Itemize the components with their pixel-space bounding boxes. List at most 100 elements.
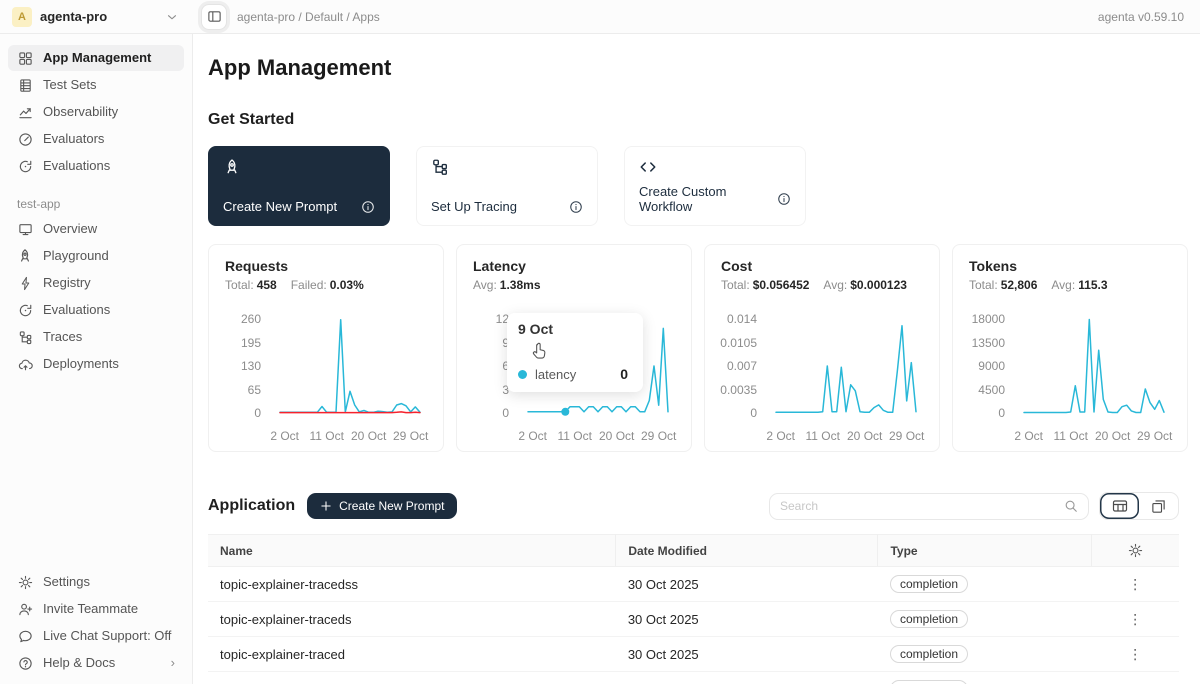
hover-point xyxy=(561,408,569,416)
sidebar-item-label: Overview xyxy=(43,222,97,236)
row-menu-button[interactable]: ⋮ xyxy=(1120,611,1150,628)
code-icon xyxy=(639,158,657,176)
table-row[interactable]: topic-explainer-traceds30 Oct 2025comple… xyxy=(208,602,1179,637)
y-tick-label: 0 xyxy=(254,406,261,420)
sidebar-item-registry[interactable]: Registry xyxy=(8,270,184,296)
rocket-icon xyxy=(223,158,241,176)
line-chart xyxy=(773,305,923,421)
search-icon[interactable] xyxy=(1064,499,1078,513)
column-header-date-modified[interactable]: Date Modified xyxy=(616,535,878,567)
metric-title: Cost xyxy=(721,258,923,274)
stat-label: Avg: xyxy=(823,278,847,292)
page-title: App Management xyxy=(208,55,1179,81)
get-started-card-set-up-tracing[interactable]: Set Up Tracing xyxy=(416,146,598,226)
stat-value: 458 xyxy=(257,278,277,292)
metric-stats: Total:$0.056452Avg:$0.000123 xyxy=(721,278,923,292)
sidebar-item-traces[interactable]: Traces xyxy=(8,324,184,350)
sidebar-item-invite-teammate[interactable]: Invite Teammate xyxy=(8,596,184,622)
breadcrumb-text: agenta-pro / Default / Apps xyxy=(237,10,380,24)
plus-icon xyxy=(320,500,332,512)
sidebar-item-label: Live Chat Support: Off xyxy=(43,629,171,643)
chart-plot-area[interactable]: 2 Oct11 Oct20 Oct29 Oct xyxy=(773,305,923,445)
cursor-pointer-icon xyxy=(530,340,550,362)
tooltip-date: 9 Oct xyxy=(518,321,632,337)
y-tick-label: 0.014 xyxy=(727,312,757,326)
table-row[interactable]: career-assessment27 Oct 2025completion⋮ xyxy=(208,672,1179,684)
sidebar-item-test-sets[interactable]: Test Sets xyxy=(8,72,184,98)
refresh-icon xyxy=(17,302,33,318)
sidebar-item-label: Invite Teammate xyxy=(43,602,138,616)
cloud-icon xyxy=(17,356,33,372)
x-tick-label: 29 Oct xyxy=(889,429,924,443)
metric-stats: Total:52,806Avg:115.3 xyxy=(969,278,1171,292)
table-body: topic-explainer-tracedss30 Oct 2025compl… xyxy=(208,567,1179,684)
sidebar-item-settings[interactable]: Settings xyxy=(8,569,184,595)
sidebar-bottom-nav: Settings Invite Teammate Live Chat Support… xyxy=(0,568,192,684)
x-tick-label: 11 Oct xyxy=(1053,429,1087,443)
card-view-button[interactable] xyxy=(1139,493,1178,519)
sidebar-item-app-management[interactable]: App Management xyxy=(8,45,184,71)
column-header-name[interactable]: Name xyxy=(208,535,616,567)
y-tick-label: 260 xyxy=(241,312,261,326)
sidebar-item-help-docs[interactable]: Help & Docs› xyxy=(8,650,184,676)
application-title: Application xyxy=(208,497,295,515)
sidebar-group-label: test-app xyxy=(17,197,192,211)
app-name: topic-explainer-traceds xyxy=(208,602,616,637)
app-name: topic-explainer-tracedss xyxy=(208,567,616,602)
column-settings-button[interactable] xyxy=(1092,535,1179,567)
line-chart xyxy=(1021,305,1171,421)
sidebar-main-nav: App ManagementTest SetsObservabilityEval… xyxy=(0,44,192,180)
chart-plot-area[interactable]: 2 Oct11 Oct20 Oct29 Oct xyxy=(1021,305,1171,445)
sidebar-item-evaluations[interactable]: Evaluations xyxy=(8,297,184,323)
sidebar-item-overview[interactable]: Overview xyxy=(8,216,184,242)
table-row[interactable]: topic-explainer-tracedss30 Oct 2025compl… xyxy=(208,567,1179,602)
row-menu-button[interactable]: ⋮ xyxy=(1120,646,1150,663)
sidebar-item-label: Traces xyxy=(43,330,82,344)
top-bar: A agenta-pro agenta-pro / Default / Apps… xyxy=(0,0,1200,34)
gear-icon xyxy=(17,574,33,590)
table-header: NameDate ModifiedType xyxy=(208,535,1179,567)
create-new-prompt-button[interactable]: Create New Prompt xyxy=(307,493,457,519)
app-version: agenta v0.59.10 xyxy=(1098,10,1200,24)
metric-card-latency: LatencyAvg:1.38ms1296302 Oct11 Oct20 Oct… xyxy=(456,244,692,452)
sidebar-item-live-chat-support-off[interactable]: Live Chat Support: Off xyxy=(8,623,184,649)
refresh-icon xyxy=(17,158,33,174)
bolt-icon xyxy=(17,275,33,291)
row-menu-button[interactable]: ⋮ xyxy=(1120,576,1150,593)
help-icon xyxy=(17,655,33,671)
x-axis: 2 Oct11 Oct20 Oct29 Oct xyxy=(773,429,923,445)
stat-label: Failed: xyxy=(291,278,327,292)
table-view-button[interactable] xyxy=(1100,493,1139,519)
info-icon[interactable] xyxy=(777,192,791,206)
sidebar-item-playground[interactable]: Playground xyxy=(8,243,184,269)
stat-value: 115.3 xyxy=(1078,278,1107,292)
breadcrumb: agenta-pro / Default / Apps xyxy=(193,5,380,29)
get-started-card-create-new-prompt[interactable]: Create New Prompt xyxy=(208,146,390,226)
info-icon[interactable] xyxy=(569,200,583,214)
get-started-row: Create New Prompt Set Up Tracing Create Cu… xyxy=(208,146,1179,226)
trace-icon xyxy=(17,329,33,345)
search-input[interactable] xyxy=(780,499,1064,513)
application-header: Application Create New Prompt xyxy=(208,492,1179,520)
sidebar-toggle-button[interactable] xyxy=(202,5,226,29)
column-header-type[interactable]: Type xyxy=(878,535,1092,567)
workspace-switcher[interactable]: A agenta-pro xyxy=(0,7,193,27)
tooltip-series-name: latency xyxy=(535,367,576,382)
type-badge: completion xyxy=(890,680,968,684)
table-view-icon xyxy=(1112,498,1128,514)
sidebar-item-deployments[interactable]: Deployments xyxy=(8,351,184,377)
y-tick-label: 0 xyxy=(750,406,757,420)
info-icon[interactable] xyxy=(361,200,375,214)
get-started-card-create-custom-workflow[interactable]: Create Custom Workflow xyxy=(624,146,806,226)
workspace-name: agenta-pro xyxy=(40,9,107,24)
y-axis: 1800013500900045000 xyxy=(969,305,1011,421)
stat-value: 1.38ms xyxy=(500,278,541,292)
sidebar-item-evaluations[interactable]: Evaluations xyxy=(8,153,184,179)
chart-tooltip: 9 Octlatency0 xyxy=(507,313,643,392)
type-badge: completion xyxy=(890,575,968,593)
chevron-down-icon xyxy=(165,10,179,24)
chart-plot-area[interactable]: 2 Oct11 Oct20 Oct29 Oct xyxy=(277,305,427,445)
sidebar-item-evaluators[interactable]: Evaluators xyxy=(8,126,184,152)
sidebar-item-observability[interactable]: Observability xyxy=(8,99,184,125)
table-row[interactable]: topic-explainer-traced30 Oct 2025complet… xyxy=(208,637,1179,672)
